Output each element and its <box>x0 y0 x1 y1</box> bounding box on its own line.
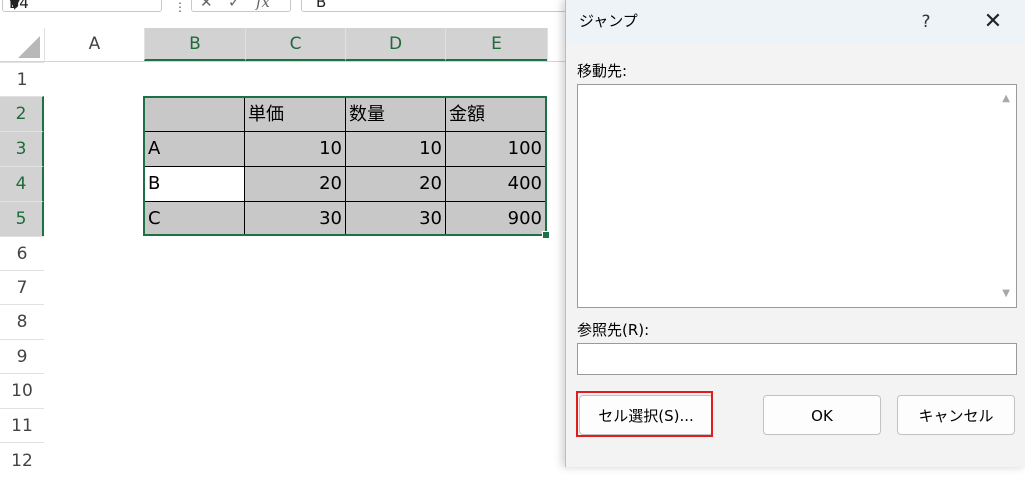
table-cell[interactable]: 20 <box>346 167 446 202</box>
row-header-3[interactable]: 3 <box>0 131 44 166</box>
table-cell[interactable]: 30 <box>346 202 446 234</box>
table-cell[interactable]: 100 <box>446 132 545 167</box>
cancel-button[interactable]: キャンセル <box>897 395 1015 435</box>
help-button[interactable]: ? <box>906 4 946 40</box>
table-cell[interactable]: 10 <box>245 132 346 167</box>
goto-label: 移動先: <box>577 62 628 80</box>
dialog-title-bar[interactable]: ジャンプ ? ✕ <box>566 0 1025 44</box>
reference-label: 参照先(R): <box>577 321 650 339</box>
ok-button[interactable]: OK <box>763 395 881 435</box>
close-icon: ✕ <box>983 9 1003 34</box>
row-header-8[interactable]: 8 <box>0 304 44 339</box>
row-header-9[interactable]: 9 <box>0 339 44 373</box>
column-header-b[interactable]: B <box>144 28 245 61</box>
row-header-10[interactable]: 10 <box>0 373 44 408</box>
formula-icons: ✕ ✓ fx <box>191 0 291 12</box>
selected-range[interactable]: 単価 数量 金額 A 10 10 100 B 20 20 400 C 30 30… <box>143 96 547 236</box>
formula-bar-separator: ⋮ <box>174 0 186 14</box>
close-button[interactable]: ✕ <box>971 4 1015 40</box>
insert-function-icon[interactable]: fx <box>256 0 270 11</box>
active-cell[interactable]: B <box>145 167 245 202</box>
column-header-a[interactable]: A <box>44 28 144 61</box>
row-header-12[interactable]: 12 <box>0 442 44 472</box>
row-header-7[interactable]: 7 <box>0 270 44 304</box>
table-cell[interactable]: 400 <box>446 167 545 202</box>
table-cell[interactable]: 30 <box>245 202 346 234</box>
column-header-e[interactable]: E <box>445 28 547 61</box>
table-header-cell[interactable]: 金額 <box>446 98 545 132</box>
table-cell[interactable]: 900 <box>446 202 545 234</box>
reference-input[interactable] <box>577 343 1017 375</box>
fill-handle[interactable] <box>542 231 550 239</box>
name-box[interactable]: B4 ▼ <box>2 0 162 12</box>
row-header-1[interactable]: 1 <box>0 62 44 96</box>
column-header-d[interactable]: D <box>345 28 445 61</box>
highlight-box <box>576 391 713 437</box>
scroll-down-arrow-icon[interactable]: ▼ <box>1002 288 1010 299</box>
table-header-cell[interactable]: 単価 <box>245 98 346 132</box>
row-header-4[interactable]: 4 <box>0 166 44 201</box>
table-cell[interactable]: C <box>145 202 245 234</box>
scroll-up-arrow-icon[interactable]: ▲ <box>1002 93 1010 104</box>
row-header-2[interactable]: 2 <box>0 96 44 131</box>
table-header-cell[interactable] <box>145 98 245 132</box>
row-header-11[interactable]: 11 <box>0 408 44 442</box>
table-cell[interactable]: 20 <box>245 167 346 202</box>
formula-value: B <box>316 0 327 11</box>
goto-list[interactable]: ▲ ▼ <box>577 84 1017 308</box>
chevron-down-icon[interactable]: ▼ <box>9 0 21 12</box>
column-header-f[interactable] <box>547 28 567 61</box>
confirm-entry-icon[interactable]: ✓ <box>228 0 241 11</box>
select-all-triangle-icon <box>18 36 40 58</box>
table-header-cell[interactable]: 数量 <box>346 98 446 132</box>
column-header-c[interactable]: C <box>245 28 345 61</box>
row-header-6[interactable]: 6 <box>0 236 44 270</box>
cancel-entry-icon[interactable]: ✕ <box>200 0 213 11</box>
row-header-5[interactable]: 5 <box>0 201 44 236</box>
formula-input[interactable]: B <box>301 0 601 12</box>
table-cell[interactable]: 10 <box>346 132 446 167</box>
table-cell[interactable]: A <box>145 132 245 167</box>
select-all-corner[interactable] <box>0 28 44 61</box>
dialog-title: ジャンプ <box>579 12 638 30</box>
